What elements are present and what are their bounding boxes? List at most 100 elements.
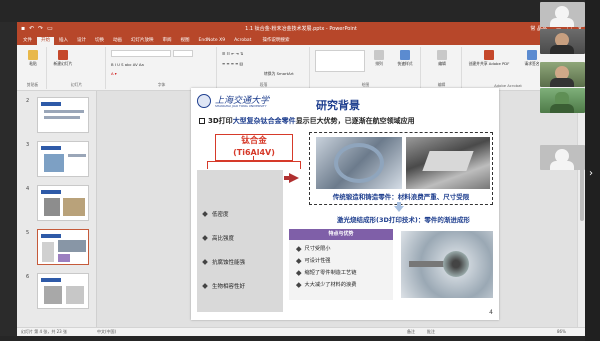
advantage-item: 大大减少了材料的浪费 <box>296 281 357 288</box>
traditional-caption: 传统锻造和铸造零件：材料浪费严重、尺寸受限 <box>332 193 470 201</box>
university-name-en: SHANGHAI JIAO TONG UNIVERSITY <box>215 104 267 108</box>
tab-review[interactable]: 审阅 <box>159 37 176 45</box>
thumb-image <box>44 198 60 216</box>
forged-part <box>422 151 474 171</box>
current-slide[interactable]: 上海交通大学 SHANGHAI JIAO TONG UNIVERSITY 研究背… <box>191 88 499 320</box>
property-item: 抗腐蚀性能强 <box>202 258 246 266</box>
property-text: 抗腐蚀性能强 <box>212 260 246 266</box>
thumb-title-bar <box>41 234 61 238</box>
quick-styles-button[interactable]: 快速样式 <box>393 50 417 67</box>
alloy-box: 钛合金 (Ti6Al4V) <box>215 134 293 161</box>
tab-file[interactable]: 文件 <box>19 37 36 45</box>
ribbon: 粘贴 剪贴板 新建幻灯片 幻灯片 B I U S abc AV Aa A ▾ 字… <box>17 45 585 91</box>
tab-insert[interactable]: 插入 <box>55 37 72 45</box>
forging-press-photo <box>406 137 490 189</box>
tab-endnote[interactable]: EndNote X9 <box>195 37 230 45</box>
sign-icon <box>527 50 537 60</box>
thumb-text <box>68 154 86 157</box>
thumb-text <box>44 116 80 119</box>
arrange-button[interactable]: 排列 <box>369 50 389 67</box>
font-family-select[interactable] <box>111 50 171 57</box>
tab-animations[interactable]: 动画 <box>109 37 126 45</box>
shapes-gallery[interactable] <box>315 50 365 72</box>
group-label-clipboard: 剪贴板 <box>26 82 39 87</box>
pdf-icon <box>484 50 494 60</box>
person-body <box>550 78 574 87</box>
notes-button[interactable]: 备注 <box>407 329 415 335</box>
advantage-text: 缩短了零件制造工艺链 <box>304 270 357 276</box>
thumb-text <box>44 110 84 113</box>
slide-thumbnail-selected[interactable]: 5 <box>26 229 89 265</box>
slide-number: 2 <box>26 98 30 104</box>
font-size-select[interactable] <box>173 50 193 57</box>
arrange-label: 排列 <box>375 61 383 66</box>
editing-button[interactable]: 编辑 <box>430 50 454 67</box>
font-format-buttons[interactable]: B I U S abc AV Aa <box>111 62 144 67</box>
tab-slideshow[interactable]: 幻灯片放映 <box>127 37 158 45</box>
language-indicator[interactable]: 中文(中国) <box>97 329 116 335</box>
group-drawing: 排列 快速样式 绘图 <box>311 47 421 89</box>
laser-caption: 激光烧结成形(3D打印技术)：零件的渐进成形 <box>337 216 470 224</box>
font-color-button[interactable]: A ▾ <box>111 71 117 76</box>
diamond-bullet-icon <box>202 235 208 241</box>
participant-video[interactable] <box>540 29 585 54</box>
thumb-title-bar <box>41 190 61 194</box>
tell-me-search[interactable]: 操作说明搜索 <box>262 37 289 45</box>
headline-prefix: 3D打印 <box>208 117 233 125</box>
desktop-bottom <box>0 336 585 341</box>
slide-thumbnail[interactable]: 4 <box>26 185 89 221</box>
ribbon-tabs: 文件 开始 插入 设计 切换 动画 幻灯片放映 审阅 视图 EndNote X9… <box>17 35 585 45</box>
avatar-body <box>550 161 574 170</box>
slide-title: 研究背景 <box>316 99 360 112</box>
new-slide-icon <box>58 50 68 60</box>
tab-home[interactable]: 开始 <box>37 37 54 45</box>
vertical-scrollbar[interactable] <box>577 91 585 327</box>
diamond-bullet-icon <box>202 211 208 217</box>
participant-tile-placeholder[interactable] <box>540 145 585 170</box>
paste-button[interactable]: 粘贴 <box>23 50 43 67</box>
slide-thumbnail[interactable]: 2 <box>26 97 89 133</box>
participant-video[interactable] <box>540 88 585 113</box>
tab-acrobat[interactable]: Acrobat <box>230 37 255 45</box>
slide-thumbnail[interactable]: 3 <box>26 141 89 177</box>
quick-styles-label: 快速样式 <box>397 61 413 66</box>
alloy-name: 钛合金 <box>241 136 267 146</box>
alloy-formula: (Ti6Al4V) <box>233 148 275 157</box>
advantage-item: 可设计性强 <box>296 257 330 264</box>
headline-rest: 显示巨大优势，已逐渐在航空领域应用 <box>295 117 415 125</box>
tab-transitions[interactable]: 切换 <box>91 37 108 45</box>
create-pdf-button[interactable]: 创建并共享 Adobe PDF <box>467 50 511 67</box>
person-body <box>550 45 574 54</box>
comments-button[interactable]: 批注 <box>427 329 435 335</box>
paste-label: 粘贴 <box>29 61 37 66</box>
scrollbar-thumb[interactable] <box>580 161 584 221</box>
participant-video[interactable] <box>540 62 585 87</box>
desktop-top <box>0 0 540 22</box>
group-editing: 编辑 编辑 <box>422 47 462 89</box>
align-buttons[interactable]: ≡ ≡ ≡ ≡ ▥ <box>222 61 243 66</box>
tab-design[interactable]: 设计 <box>73 37 90 45</box>
tab-view[interactable]: 视图 <box>177 37 194 45</box>
headline-highlight: 大型复杂钛合金零件 <box>232 117 296 125</box>
property-text: 低密度 <box>212 212 229 218</box>
list-buttons[interactable]: ☰ ☷ ⇤ ⇥ ⇅ <box>222 51 243 56</box>
diamond-bullet-icon <box>296 281 302 287</box>
slide-number: 5 <box>26 230 30 236</box>
advantage-text: 大大减少了材料的浪费 <box>304 282 357 288</box>
request-sign-label: 请求签名 <box>524 61 540 66</box>
slide-headline: 3D打印大型复杂钛合金零件显示巨大优势，已逐渐在航空领域应用 <box>199 116 415 126</box>
forged-ring-photo <box>316 137 402 189</box>
participant-tile-placeholder[interactable] <box>540 2 585 27</box>
parts-photo-box: 传统锻造和铸造零件：材料浪费严重、尺寸受限 <box>309 132 493 205</box>
slide-thumbnail[interactable]: 6 <box>26 273 89 309</box>
editing-label: 编辑 <box>438 61 446 66</box>
right-arrow-icon <box>289 173 299 183</box>
chevron-right-icon[interactable]: › <box>589 168 593 179</box>
new-slide-button[interactable]: 新建幻灯片 <box>52 50 74 67</box>
convert-smartart-button[interactable]: 转换为 SmartArt <box>264 71 294 77</box>
thumb-image <box>66 286 84 304</box>
group-slides: 新建幻灯片 幻灯片 <box>48 47 106 89</box>
avatar-body <box>550 18 574 27</box>
group-clipboard: 粘贴 剪贴板 <box>19 47 47 89</box>
zoom-level[interactable]: 86% <box>557 329 566 334</box>
